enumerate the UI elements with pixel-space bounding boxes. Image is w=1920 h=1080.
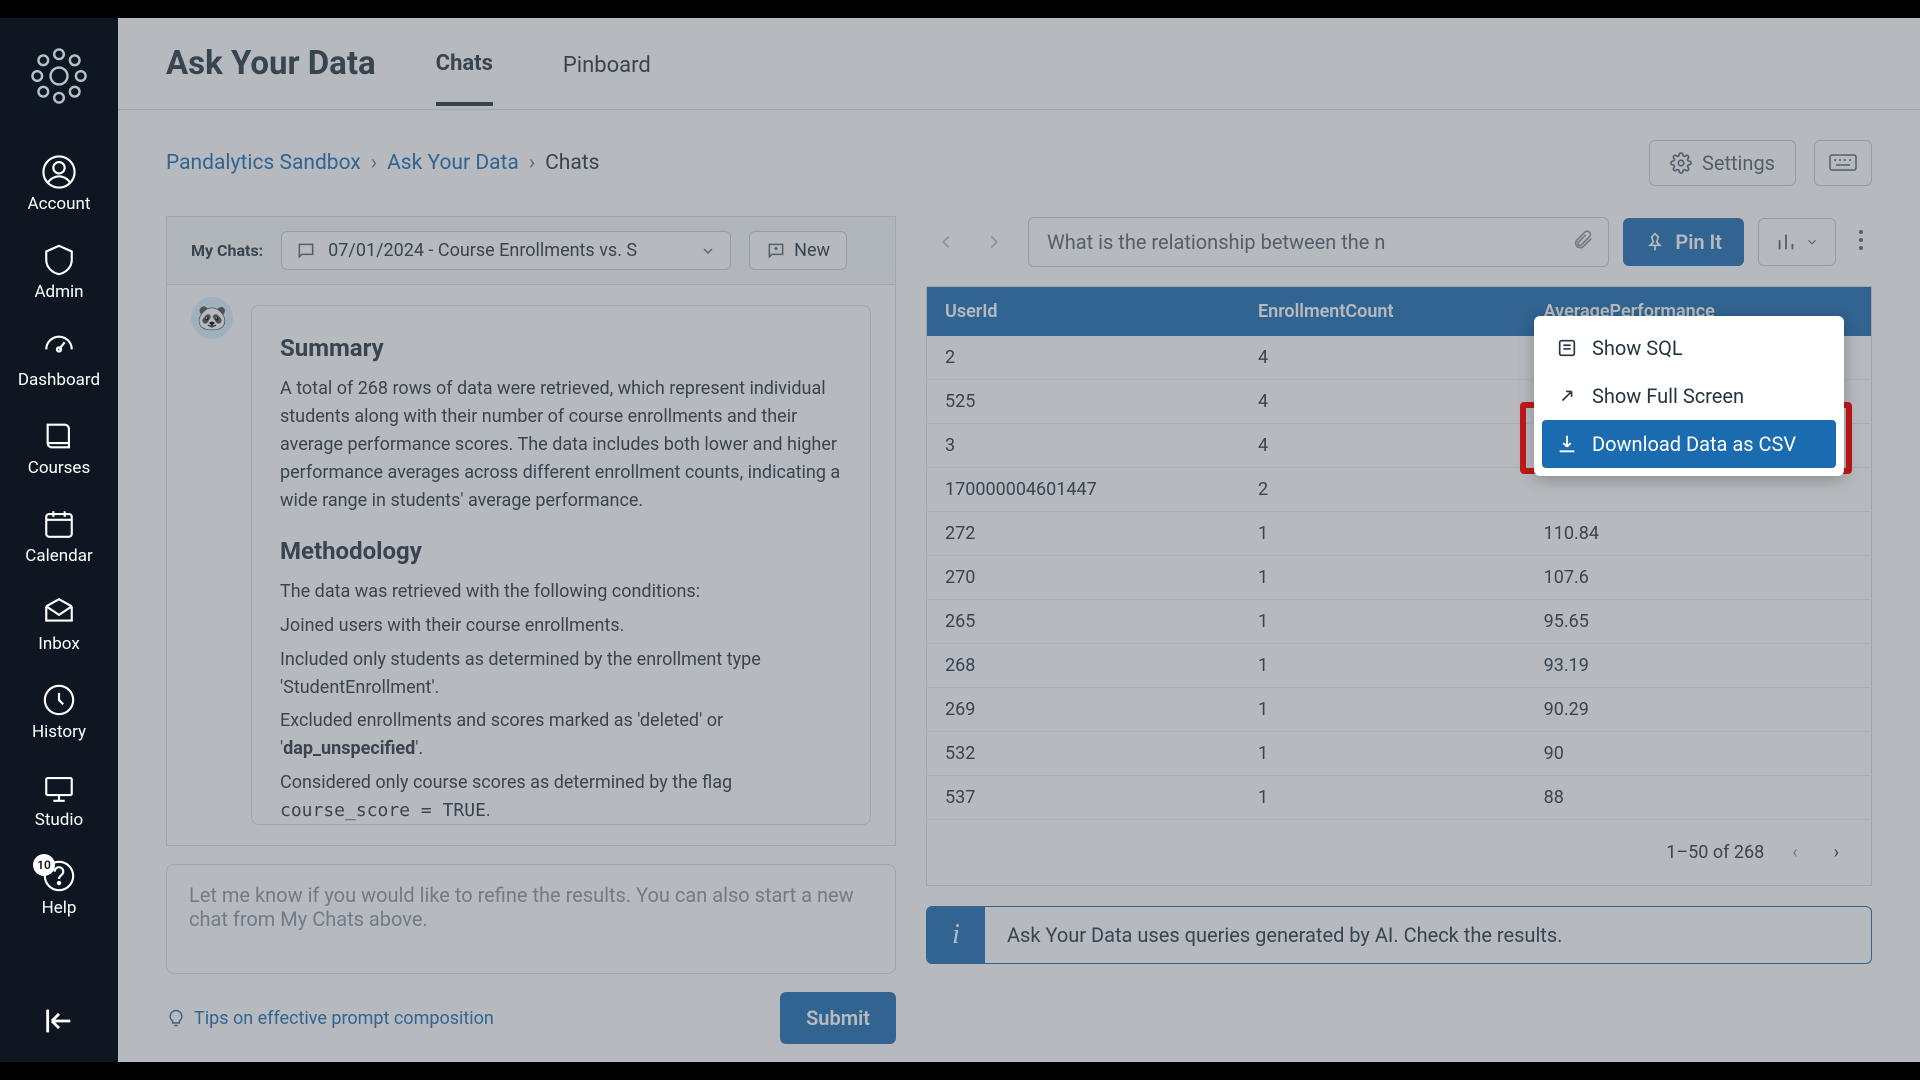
nav-account[interactable]: Account (0, 144, 118, 224)
column-header[interactable]: UserId (927, 287, 1241, 337)
query-input[interactable]: What is the relationship between the n (1028, 217, 1609, 267)
tips-link[interactable]: Tips on effective prompt composition (166, 1008, 494, 1029)
attachment-icon[interactable] (1572, 229, 1594, 256)
nav-help[interactable]: 10 Help (0, 848, 118, 928)
assistant-avatar: 🐼 (191, 297, 233, 339)
next-query-button[interactable] (974, 222, 1014, 262)
nav-calendar[interactable]: Calendar (0, 496, 118, 576)
breadcrumb-link[interactable]: Pandalytics Sandbox (166, 151, 361, 175)
nav-label: History (32, 722, 86, 742)
lightbulb-icon (166, 1008, 186, 1028)
full-screen-item[interactable]: Show Full Screen (1534, 372, 1844, 420)
nav-history[interactable]: History (0, 672, 118, 752)
my-chats-label: My Chats: (191, 241, 263, 260)
more-menu-button[interactable] (1850, 216, 1872, 268)
new-chat-button[interactable]: New (749, 231, 847, 270)
chart-type-button[interactable] (1758, 218, 1836, 266)
more-dropdown-menu: Show SQL Show Full Screen Download Data … (1534, 316, 1844, 476)
info-icon: i (927, 907, 985, 963)
nav-label: Inbox (38, 634, 80, 654)
keyboard-icon (1829, 151, 1857, 171)
new-chat-icon (766, 241, 786, 261)
help-badge: 10 (33, 854, 55, 876)
nav-label: Account (28, 194, 91, 214)
bar-chart-icon (1775, 231, 1797, 253)
expand-icon (1556, 385, 1578, 407)
breadcrumb-current: Chats (545, 151, 599, 175)
keyboard-button[interactable] (1814, 140, 1872, 186)
global-nav: Account Admin Dashboard Courses Calendar… (0, 18, 118, 1062)
pin-it-button[interactable]: Pin It (1623, 218, 1744, 266)
nav-studio[interactable]: Studio (0, 760, 118, 840)
page-title: Ask Your Data (166, 44, 376, 83)
download-icon (1556, 433, 1578, 455)
tab-chats[interactable]: Chats (436, 21, 493, 106)
nav-dashboard[interactable]: Dashboard (0, 320, 118, 400)
table-row[interactable]: 2701107.6 (927, 556, 1872, 600)
nav-label: Help (42, 898, 77, 918)
breadcrumb-link[interactable]: Ask Your Data (387, 151, 519, 175)
pagination-range: 1–50 of 268 (1666, 842, 1764, 863)
response-card: Summary A total of 268 rows of data were… (251, 305, 871, 825)
nav-admin[interactable]: Admin (0, 232, 118, 312)
prev-page-button[interactable]: ‹ (1784, 838, 1805, 867)
summary-text: A total of 268 rows of data were retriev… (280, 375, 842, 514)
gear-icon (1670, 152, 1692, 174)
breadcrumb: Pandalytics Sandbox › Ask Your Data › Ch… (166, 151, 600, 175)
app-logo[interactable] (29, 46, 89, 106)
prompt-input[interactable]: Let me know if you would like to refine … (166, 864, 896, 974)
summary-heading: Summary (280, 330, 842, 367)
table-row[interactable]: 268193.19 (927, 644, 1872, 688)
tab-pinboard[interactable]: Pinboard (563, 23, 651, 104)
chevron-right-icon: › (529, 151, 535, 175)
chevron-down-icon (700, 243, 716, 259)
table-row[interactable]: 269190.29 (927, 688, 1872, 732)
next-page-button[interactable]: › (1826, 838, 1847, 867)
show-sql-item[interactable]: Show SQL (1534, 324, 1844, 372)
kebab-icon (1858, 228, 1864, 252)
pagination: 1–50 of 268 ‹ › (926, 820, 1872, 886)
chat-icon (296, 241, 316, 261)
nav-label: Studio (35, 810, 83, 830)
table-row[interactable]: 2721110.84 (927, 512, 1872, 556)
header: Ask Your Data Chats Pinboard (118, 18, 1920, 110)
table-row[interactable]: 265195.65 (927, 600, 1872, 644)
methodology-heading: Methodology (280, 533, 842, 570)
nav-inbox[interactable]: Inbox (0, 584, 118, 664)
table-row[interactable]: 537188 (927, 776, 1872, 820)
download-csv-item[interactable]: Download Data as CSV (1542, 420, 1836, 468)
nav-collapse[interactable] (42, 1004, 76, 1042)
nav-courses[interactable]: Courses (0, 408, 118, 488)
pin-icon (1645, 232, 1665, 252)
chevron-down-icon (1805, 235, 1819, 249)
sql-icon (1556, 337, 1578, 359)
chat-select[interactable]: 07/01/2024 - Course Enrollments vs. S (281, 231, 731, 270)
prev-query-button[interactable] (926, 222, 966, 262)
nav-label: Admin (34, 282, 83, 302)
submit-button[interactable]: Submit (780, 992, 896, 1044)
chats-bar: My Chats: 07/01/2024 - Course Enrollment… (166, 216, 896, 285)
table-row[interactable]: 532190 (927, 732, 1872, 776)
nav-label: Courses (28, 458, 90, 478)
chevron-right-icon: › (371, 151, 377, 175)
column-header[interactable]: EnrollmentCount (1240, 287, 1526, 337)
nav-label: Calendar (25, 546, 92, 566)
settings-button[interactable]: Settings (1649, 140, 1796, 186)
info-banner: i Ask Your Data uses queries generated b… (926, 906, 1872, 964)
nav-label: Dashboard (18, 370, 100, 390)
